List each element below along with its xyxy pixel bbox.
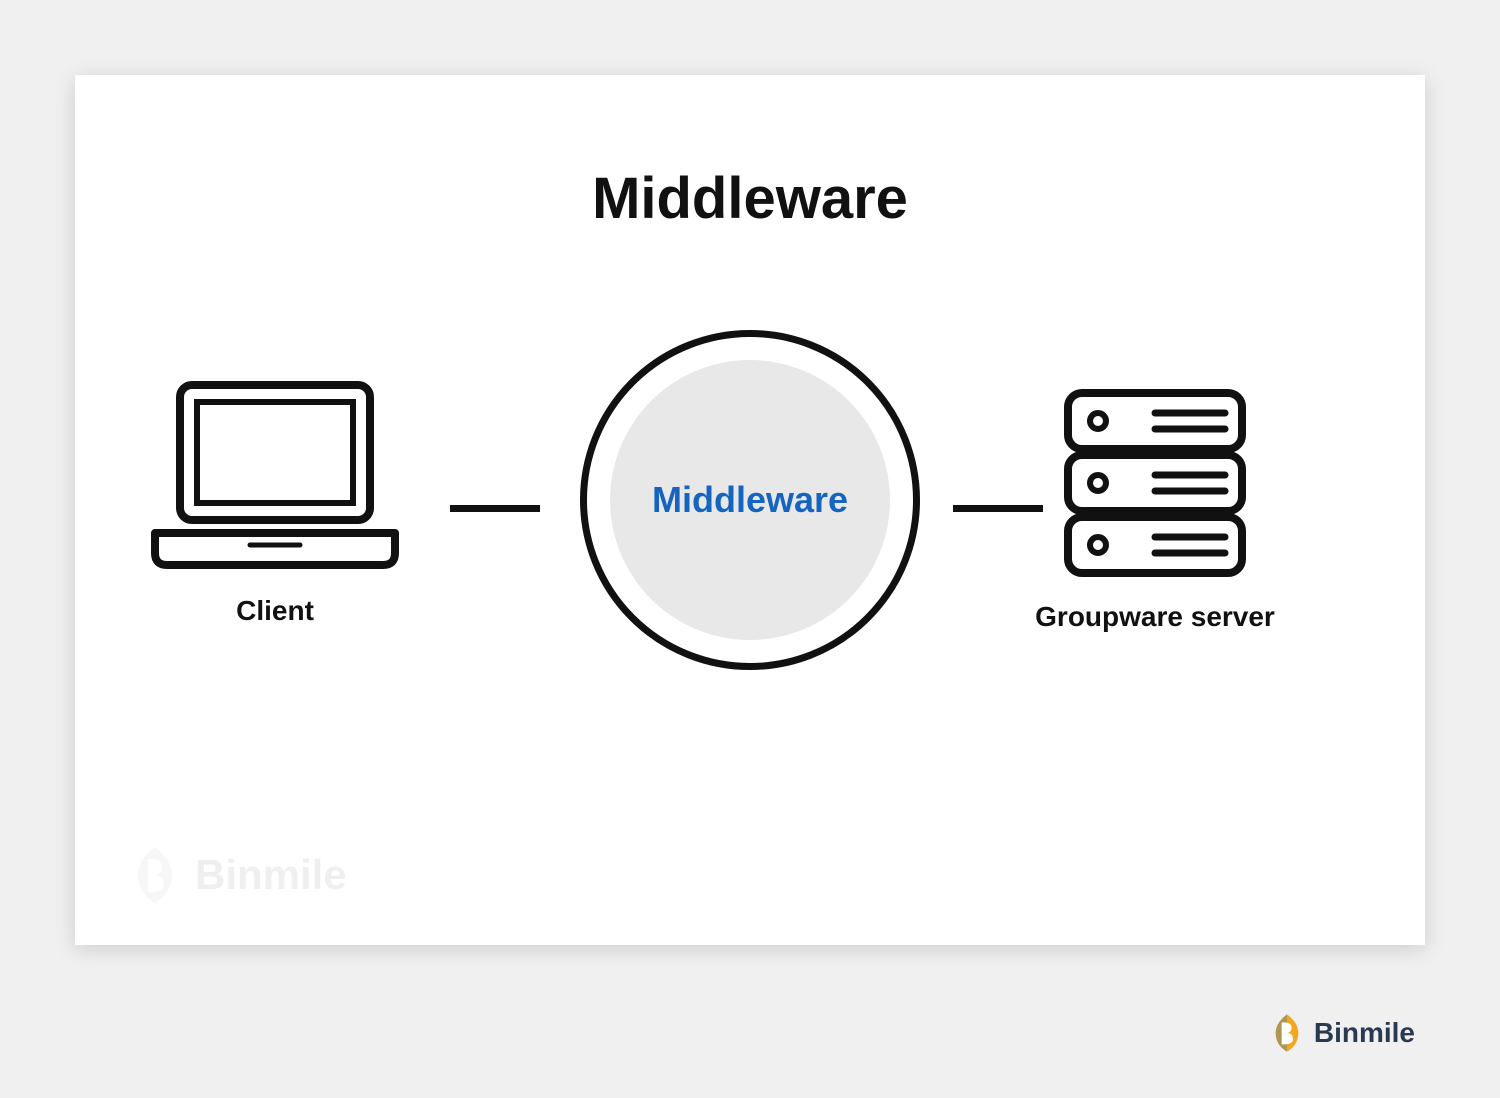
server-icon — [1060, 385, 1250, 580]
connector-left — [450, 505, 540, 512]
watermark-text: Binmile — [195, 851, 347, 899]
server-node: Groupware server — [1025, 385, 1285, 634]
diagram-row: Client Middleware — [75, 340, 1425, 710]
middleware-outer-circle: Middleware — [580, 330, 920, 670]
diagram-card: Middleware Client Middleware — [75, 75, 1425, 945]
footer-brand: Binmile — [1270, 1013, 1415, 1053]
middleware-inner-circle: Middleware — [610, 360, 890, 640]
binmile-logo-icon — [130, 845, 180, 905]
client-label: Client — [236, 595, 314, 627]
middleware-node: Middleware — [580, 330, 920, 670]
diagram-title: Middleware — [75, 165, 1425, 232]
server-label: Groupware server — [1035, 600, 1275, 634]
binmile-logo-icon — [1270, 1013, 1304, 1053]
watermark: Binmile — [130, 845, 347, 905]
client-node: Client — [135, 375, 415, 627]
laptop-icon — [145, 375, 405, 575]
middleware-label: Middleware — [652, 479, 848, 521]
footer-brand-text: Binmile — [1314, 1017, 1415, 1049]
